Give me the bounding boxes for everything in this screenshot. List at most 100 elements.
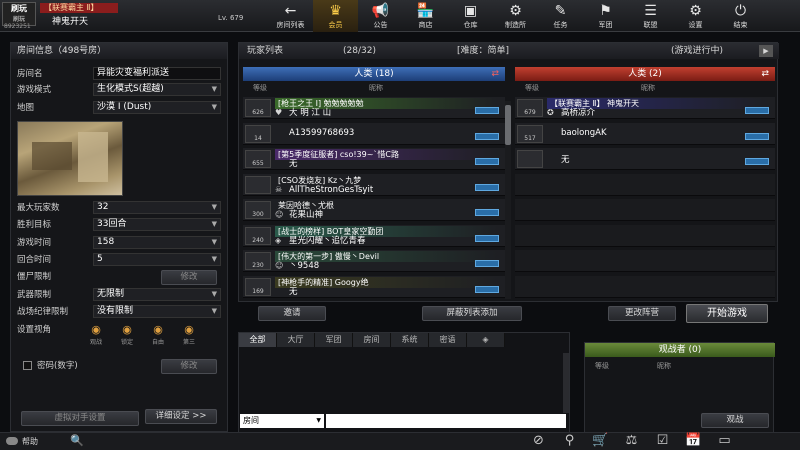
map-select[interactable]: 沙漠 I (Dust) ▼ bbox=[93, 101, 221, 114]
nav-label: 军团 bbox=[598, 21, 613, 29]
view-option-label: 观战 bbox=[89, 339, 102, 346]
player-row[interactable]: 无 bbox=[515, 148, 775, 170]
compass-icon[interactable]: ⊘ bbox=[530, 432, 547, 450]
player-row[interactable]: [CSO发烧友] Kz丶九梦 ☠ AllTheStronGesTsyit bbox=[243, 173, 505, 196]
team-a-header[interactable]: 人类 (18) ⇄ bbox=[243, 67, 505, 81]
invite-button[interactable]: 邀请 bbox=[258, 306, 326, 321]
chat-tab[interactable]: 全部 bbox=[239, 333, 277, 347]
empty-slot[interactable] bbox=[515, 250, 775, 272]
nav-megaphone[interactable]: 📢 公告 bbox=[358, 0, 403, 32]
scroll-thumb[interactable] bbox=[505, 105, 511, 145]
nav-crown[interactable]: ♛ 会员 bbox=[313, 0, 358, 32]
block-list-add-button[interactable]: 屏蔽列表添加 bbox=[422, 306, 522, 321]
room-name-field[interactable]: 异能灾变福利派送 bbox=[93, 67, 221, 80]
password-checkbox[interactable] bbox=[23, 361, 32, 370]
chat-tab[interactable]: 军团 bbox=[315, 333, 353, 347]
team-a-scrollbar[interactable] bbox=[505, 101, 511, 299]
chat-tab[interactable]: 房间 bbox=[353, 333, 391, 347]
player-row[interactable]: 655 [第5季度征服者] cso!39~`惜C路无 bbox=[243, 148, 505, 170]
zombie-limit-label: 僵尸限制 bbox=[17, 272, 52, 282]
chat-tab[interactable]: 系统 bbox=[391, 333, 429, 347]
view-option[interactable]: ◉ 第三 bbox=[176, 323, 202, 346]
spectate-button[interactable]: 观战 bbox=[701, 413, 769, 428]
nav-storage[interactable]: ▣ 仓库 bbox=[448, 0, 493, 32]
player-row[interactable]: 240 [战士的榜样] BOT皇家空勤团 ◈ 星光闪耀丶追忆青春 bbox=[243, 224, 505, 247]
observers-header: 观战者 (0) bbox=[585, 343, 775, 357]
zombie-limit-edit-button[interactable]: 修改 bbox=[161, 270, 217, 285]
team-b-nick-col: 昵称 bbox=[641, 84, 655, 92]
empty-slot[interactable] bbox=[515, 275, 775, 298]
detail-settings-button[interactable]: 详细设定 >> bbox=[145, 409, 217, 424]
toggle-icon[interactable] bbox=[6, 437, 18, 445]
virtual-opponent-button[interactable]: 虚拟对手设置 bbox=[21, 411, 139, 426]
player-row[interactable]: 679 【联赛霸主 Ⅱ】 神鬼开天 ✪ 高桥凉介 bbox=[515, 97, 775, 119]
playing-tag bbox=[475, 132, 499, 140]
weapon-limit-select[interactable]: 无限制 ▼ bbox=[93, 288, 221, 301]
nav-label: 任务 bbox=[553, 21, 568, 29]
player-name: 无 bbox=[289, 159, 298, 169]
factory-icon: ⚙ bbox=[509, 3, 522, 19]
room-info-panel: 房间信息（498号房） 房间名 异能灾变福利派送 游戏模式 生化模式S(超越) ▼… bbox=[10, 42, 228, 432]
clan-badge: 【联赛霸主 Ⅱ】 bbox=[40, 3, 118, 13]
player-row[interactable]: 300 莱因哈德丶尤根 ☺ 花果山神 bbox=[243, 199, 505, 221]
max-players-select[interactable]: 32 ▼ bbox=[93, 201, 221, 214]
chat-scrollbar[interactable] bbox=[563, 353, 569, 413]
chat-channel-select[interactable]: 房间 ▼ bbox=[240, 414, 324, 428]
emblem-icon: ☺ bbox=[275, 210, 284, 219]
scale-icon[interactable]: ⚖ bbox=[623, 432, 640, 450]
nav-shop[interactable]: 🏪 商店 bbox=[403, 0, 448, 32]
nav-back-arrow[interactable]: ← 房间列表 bbox=[268, 0, 313, 32]
emblem-icon: ✪ bbox=[547, 108, 554, 117]
playing-tag bbox=[475, 107, 499, 114]
win-target-select[interactable]: 33回合 ▼ bbox=[93, 218, 221, 231]
chat-tab[interactable]: ◈ bbox=[467, 333, 505, 347]
playing-tag bbox=[475, 183, 499, 191]
nav-power[interactable]: ⏻ 结束 bbox=[718, 0, 763, 32]
collapse-button[interactable]: ▶ bbox=[759, 45, 773, 57]
rank-badge: 517 bbox=[517, 124, 543, 143]
cart-icon[interactable]: 🛒 bbox=[592, 432, 609, 450]
playing-tag bbox=[745, 158, 769, 165]
view-option[interactable]: ◉ 观战 bbox=[83, 323, 109, 346]
search-icon[interactable]: 🔍 bbox=[70, 434, 84, 447]
nav-gear[interactable]: ⚙ 设置 bbox=[673, 0, 718, 32]
player-row[interactable]: 517 baolongAK bbox=[515, 122, 775, 145]
help-link[interactable]: 帮助 bbox=[22, 436, 38, 447]
camera-icon: ◉ bbox=[91, 323, 101, 336]
nav-mission[interactable]: ✎ 任务 bbox=[538, 0, 583, 32]
password-edit-button[interactable]: 修改 bbox=[161, 359, 217, 374]
nav-alliance[interactable]: ☰ 联盟 bbox=[628, 0, 673, 32]
chat-input[interactable] bbox=[326, 414, 566, 428]
game-time-select[interactable]: 158 ▼ bbox=[93, 236, 221, 249]
chat-tab[interactable]: 密语 bbox=[429, 333, 467, 347]
view-option[interactable]: ◉ 锁定 bbox=[114, 323, 140, 346]
player-row[interactable]: 169 [神枪手的精准] Googy绝无 bbox=[243, 275, 505, 298]
mode-select[interactable]: 生化模式S(超越) ▼ bbox=[93, 83, 221, 96]
team-b-header[interactable]: 人类 (2) ⇄ bbox=[515, 67, 775, 81]
checklist-icon[interactable]: ☑ bbox=[654, 432, 671, 450]
empty-slot[interactable] bbox=[515, 224, 775, 247]
player-row[interactable]: 626 [枪王之王 Ⅰ] 勉勉勉勉勉 ♥ 大 明 江 山 bbox=[243, 97, 505, 119]
rule-limit-select[interactable]: 没有限制 ▼ bbox=[93, 305, 221, 318]
nav-label: 会员 bbox=[328, 21, 343, 29]
calendar-icon[interactable]: 📅 bbox=[685, 432, 702, 450]
chat-tab[interactable]: 大厅 bbox=[277, 333, 315, 347]
storage-icon: ▣ bbox=[463, 3, 478, 19]
player-name: 丶9548 bbox=[289, 261, 320, 271]
change-team-button[interactable]: 更改阵营 bbox=[608, 306, 676, 321]
nav-factory[interactable]: ⚙ 制造所 bbox=[493, 0, 538, 32]
empty-slot[interactable] bbox=[515, 173, 775, 196]
rank-badge: 626 bbox=[245, 99, 271, 117]
nav-clan[interactable]: ⚑ 军团 bbox=[583, 0, 628, 32]
max-players-label: 最大玩家数 bbox=[17, 203, 60, 213]
start-game-button[interactable]: 开始游戏 bbox=[686, 304, 768, 323]
round-time-select[interactable]: 5 ▼ bbox=[93, 253, 221, 266]
view-option[interactable]: ◉ 自由 bbox=[145, 323, 171, 346]
rank-badge bbox=[245, 175, 271, 194]
runner-icon[interactable]: ⚲ bbox=[561, 432, 578, 450]
player-row[interactable]: 14 A13599768693 bbox=[243, 122, 505, 145]
battery-icon[interactable]: ▭ bbox=[716, 432, 733, 450]
empty-slot[interactable] bbox=[515, 199, 775, 221]
player-row[interactable]: 230 [伟大的第一步] 傲慢丶Devil ☺ 丶9548 bbox=[243, 250, 505, 272]
playing-tag bbox=[475, 234, 499, 242]
